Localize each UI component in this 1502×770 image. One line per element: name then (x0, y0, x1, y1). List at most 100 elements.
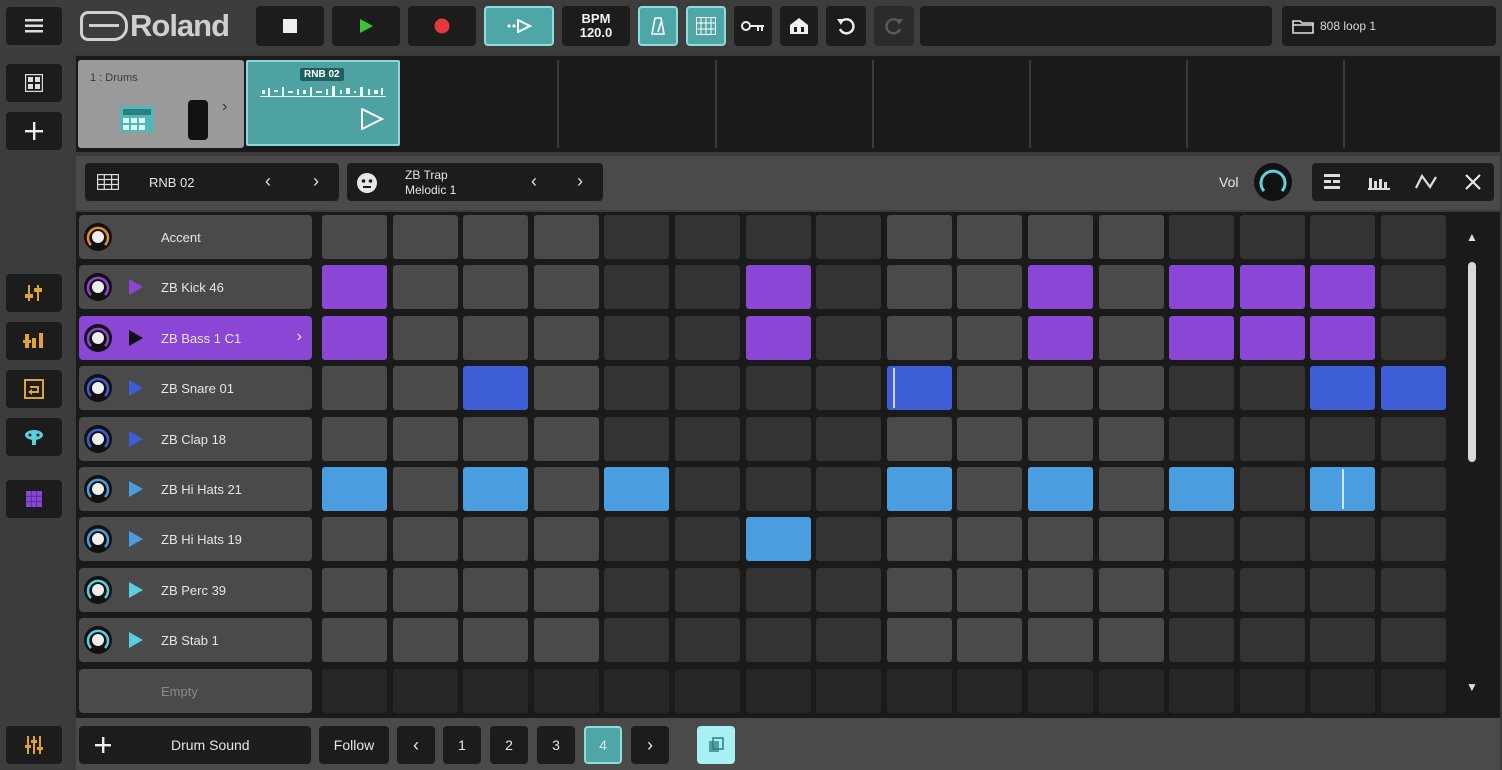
step-pad[interactable] (1028, 417, 1093, 461)
redo-button[interactable] (874, 6, 914, 46)
step-pad[interactable] (322, 517, 387, 561)
step-pad[interactable] (1310, 316, 1375, 360)
step-pad[interactable] (1310, 568, 1375, 612)
step-pad[interactable] (534, 517, 599, 561)
row-header-9[interactable]: Empty (79, 669, 312, 713)
step-pad[interactable] (746, 568, 811, 612)
step-pad[interactable] (1240, 215, 1305, 259)
step-pad[interactable] (463, 265, 528, 309)
step-pad[interactable] (957, 669, 1022, 713)
step-pad[interactable] (816, 265, 881, 309)
step-pad[interactable] (887, 517, 952, 561)
step-pad[interactable] (1240, 568, 1305, 612)
step-pad[interactable] (463, 417, 528, 461)
step-pad[interactable] (957, 366, 1022, 410)
step-pad[interactable] (887, 618, 952, 662)
step-pad[interactable] (1028, 669, 1093, 713)
row-volume-knob[interactable] (84, 324, 112, 352)
step-pad[interactable] (887, 669, 952, 713)
step-pad[interactable] (816, 517, 881, 561)
clip-play-icon[interactable] (360, 108, 384, 130)
step-pad[interactable] (463, 467, 528, 511)
step-pad[interactable] (322, 467, 387, 511)
step-pad[interactable] (957, 618, 1022, 662)
step-pad[interactable] (1169, 467, 1234, 511)
step-pad[interactable] (1240, 669, 1305, 713)
step-pad[interactable] (746, 669, 811, 713)
step-pad[interactable] (1381, 417, 1446, 461)
play-button[interactable] (332, 6, 400, 46)
pattern-selector[interactable]: RNB 02 ‹ › (85, 163, 339, 201)
step-pad[interactable] (746, 215, 811, 259)
step-pad[interactable] (887, 467, 952, 511)
step-pad[interactable] (1381, 618, 1446, 662)
step-pad[interactable] (393, 215, 458, 259)
project-file-selector[interactable]: 808 loop 1 (1282, 6, 1496, 46)
step-pad[interactable] (1381, 467, 1446, 511)
step-pad[interactable] (1099, 316, 1164, 360)
step-pad[interactable] (1240, 417, 1305, 461)
step-pad[interactable] (393, 517, 458, 561)
row-volume-knob[interactable] (84, 525, 112, 553)
step-pad[interactable] (534, 669, 599, 713)
step-pad[interactable] (1381, 215, 1446, 259)
automation-icon[interactable] (1415, 173, 1437, 191)
row-play-icon[interactable] (129, 582, 143, 598)
step-pad[interactable] (1169, 568, 1234, 612)
step-pad[interactable] (1099, 517, 1164, 561)
row-volume-knob[interactable] (84, 576, 112, 604)
undo-button[interactable] (826, 6, 866, 46)
step-pad[interactable] (1240, 316, 1305, 360)
clip-rnb-02[interactable]: RNB 02 (246, 60, 400, 146)
step-pad[interactable] (816, 215, 881, 259)
step-pad[interactable] (393, 417, 458, 461)
step-pad[interactable] (1099, 265, 1164, 309)
scroll-down-icon[interactable]: ▼ (1466, 680, 1478, 694)
step-pad[interactable] (463, 316, 528, 360)
step-pad[interactable] (322, 669, 387, 713)
step-pad[interactable] (675, 316, 740, 360)
step-edit-icon[interactable] (1322, 172, 1342, 192)
row-header-5[interactable]: ZB Hi Hats 21 (79, 467, 312, 511)
step-pad[interactable] (957, 316, 1022, 360)
step-pad[interactable] (1169, 316, 1234, 360)
step-pad[interactable] (675, 417, 740, 461)
row-header-0[interactable]: Accent (79, 215, 312, 259)
row-play-icon[interactable] (129, 481, 143, 497)
step-pad[interactable] (393, 568, 458, 612)
step-pad[interactable] (604, 316, 669, 360)
kit-next-chevron-icon[interactable]: › (577, 171, 583, 192)
step-pad[interactable] (534, 467, 599, 511)
step-pad[interactable] (393, 366, 458, 410)
clip-view-button[interactable] (6, 64, 62, 102)
step-pad[interactable] (393, 618, 458, 662)
page-4-button[interactable]: 4 (584, 726, 622, 764)
row-header-4[interactable]: ZB Clap 18 (79, 417, 312, 461)
step-pad[interactable] (1028, 366, 1093, 410)
step-pad[interactable] (604, 517, 669, 561)
step-pad[interactable] (746, 517, 811, 561)
step-pad[interactable] (1099, 417, 1164, 461)
step-pad[interactable] (322, 215, 387, 259)
step-pad[interactable] (1169, 265, 1234, 309)
key-button[interactable] (734, 6, 772, 46)
step-pad[interactable] (816, 316, 881, 360)
step-pad[interactable] (887, 366, 952, 410)
step-pad[interactable] (1240, 517, 1305, 561)
step-pad[interactable] (957, 467, 1022, 511)
loop-button[interactable] (6, 370, 62, 408)
step-pad[interactable] (675, 568, 740, 612)
row-play-icon[interactable] (129, 380, 143, 396)
step-pad[interactable] (1169, 669, 1234, 713)
row-volume-knob[interactable] (84, 223, 112, 251)
row-header-7[interactable]: ZB Perc 39 (79, 568, 312, 612)
volume-knob[interactable] (1254, 163, 1292, 201)
step-pad[interactable] (393, 669, 458, 713)
step-pad[interactable] (604, 618, 669, 662)
step-pad[interactable] (534, 265, 599, 309)
step-pad[interactable] (534, 618, 599, 662)
step-pad[interactable] (1381, 265, 1446, 309)
step-pad[interactable] (604, 467, 669, 511)
step-pad[interactable] (604, 568, 669, 612)
step-pad[interactable] (1310, 517, 1375, 561)
